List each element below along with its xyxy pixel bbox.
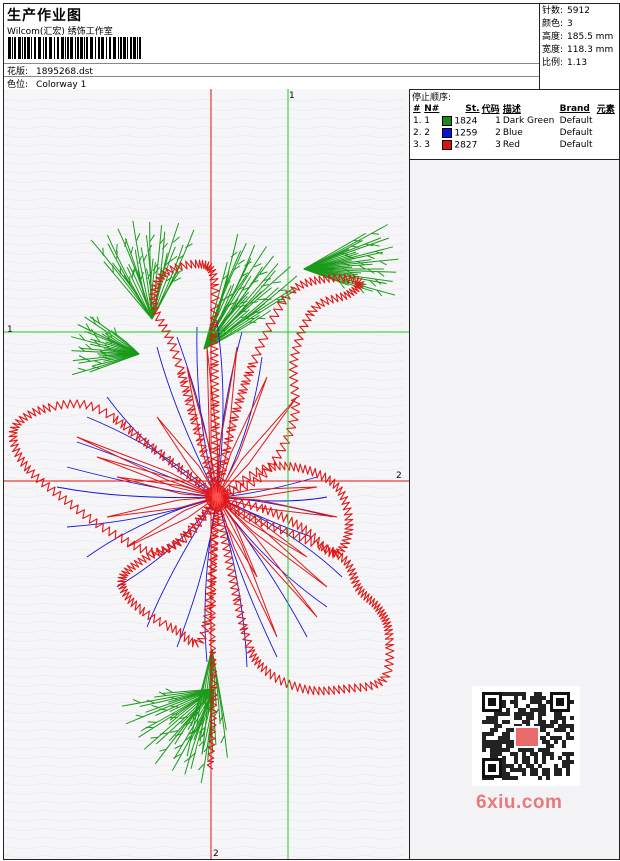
col-element: 元素: [596, 105, 615, 115]
color-swatch: [442, 115, 453, 126]
stat-stitches: 针数: 5912: [542, 6, 590, 16]
row-code: 1: [495, 116, 501, 126]
qr-code-icon: [472, 686, 580, 786]
stat-colors: 颜色: 3: [542, 19, 573, 29]
row-element: [596, 127, 617, 139]
row-code: 2: [495, 128, 501, 138]
row-element: [596, 139, 617, 151]
design-stats: 针数: 5912 颜色: 3 高度: 185.5 mm 宽度: 118.3 mm 比例:…: [542, 5, 618, 70]
row-description: Dark Green: [502, 116, 555, 126]
row-index: 3.: [413, 140, 422, 150]
axis-label-v2: 2: [213, 849, 219, 859]
row-stitches: 2827: [441, 139, 480, 151]
table-row[interactable]: 3. 3 2827 3 Red Default: [412, 139, 617, 151]
row-element: [596, 115, 617, 127]
stat-ratio: 比例: 1.13: [542, 58, 588, 68]
row-index: 1.: [413, 116, 422, 126]
stop-sequence-panel: 停止顺序: # N# St. 代码 描述 Brand 元素 1. 1 1824 1 Da…: [410, 89, 619, 160]
header: 生产作业图 Wilcom(汇宏) 绣饰工作室 花版: 1895268.dst 色位…: [4, 4, 619, 90]
col-brand: Brand: [559, 103, 590, 114]
col-stitches: St.: [465, 103, 480, 114]
row-brand: Default: [559, 140, 593, 150]
row-code: 3: [495, 140, 501, 150]
col-index: #: [413, 103, 421, 114]
color-swatch: [442, 139, 453, 150]
row-brand: Default: [559, 128, 593, 138]
axis-label-v1: 1: [289, 91, 295, 101]
design-preview[interactable]: 1 1 2 2: [4, 89, 410, 859]
row-needle: 3: [424, 140, 430, 150]
row-description: Blue: [502, 128, 523, 138]
company-name: Wilcom(汇宏) 绣饰工作室: [7, 27, 113, 37]
stat-height: 高度: 185.5 mm: [542, 32, 614, 42]
row-stitches: 1259: [441, 127, 480, 139]
table-row[interactable]: 2. 2 1259 2 Blue Default: [412, 127, 617, 139]
watermark-site: 6xiu.com: [476, 792, 563, 813]
stop-sequence-table: # N# St. 代码 描述 Brand 元素 1. 1 1824 1 Dark Gre…: [412, 102, 617, 151]
col-code: 代码: [481, 105, 500, 115]
page-title: 生产作业图: [7, 8, 82, 24]
row-index: 2.: [413, 128, 422, 138]
row-needle: 2: [424, 128, 430, 138]
col-description: 描述: [502, 105, 521, 115]
row-stitches: 1824: [441, 115, 480, 127]
barcode-icon: [8, 37, 141, 59]
axis-label-h1: 1: [7, 325, 13, 335]
row-brand: Default: [559, 116, 593, 126]
row-needle: 1: [424, 116, 430, 126]
axis-label-h2: 2: [396, 471, 402, 481]
table-header-row: # N# St. 代码 描述 Brand 元素: [412, 102, 617, 116]
table-row[interactable]: 1. 1 1824 1 Dark Green Default: [412, 115, 617, 127]
embroidery-artwork: [4, 89, 409, 859]
row-description: Red: [502, 140, 520, 150]
production-sheet: 生产作业图 Wilcom(汇宏) 绣饰工作室 花版: 1895268.dst 色位…: [3, 3, 620, 860]
header-info: 生产作业图 Wilcom(汇宏) 绣饰工作室 花版: 1895268.dst 色位…: [4, 4, 540, 90]
col-needle: N#: [424, 103, 440, 114]
stat-width: 宽度: 118.3 mm: [542, 45, 614, 55]
color-swatch: [442, 127, 453, 138]
